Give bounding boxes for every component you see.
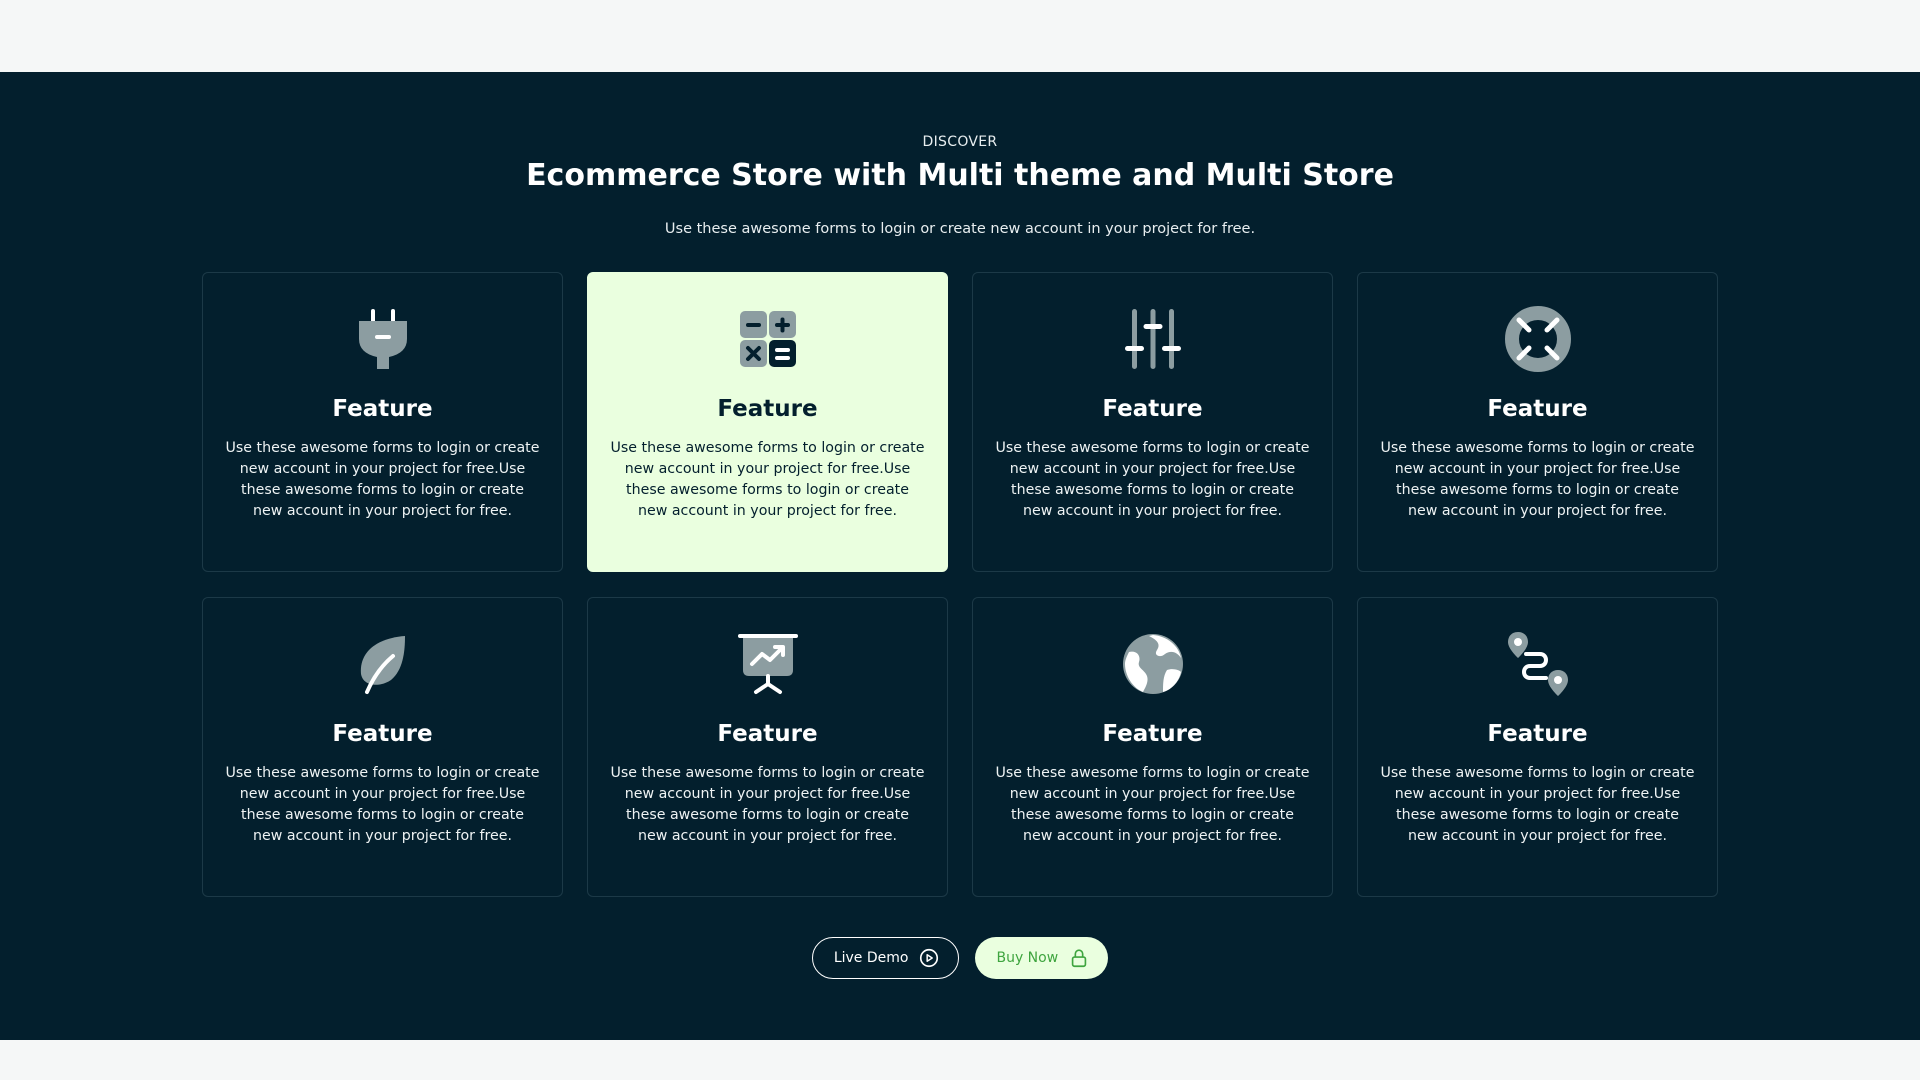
- feature-title: Feature: [717, 396, 818, 422]
- feature-card: Feature Use these awesome forms to login…: [587, 597, 948, 897]
- feature-description: Use these awesome forms to login or crea…: [610, 765, 925, 844]
- presentation-chart-icon: [732, 628, 804, 700]
- feature-description: Use these awesome forms to login or crea…: [1380, 765, 1695, 844]
- lifebuoy-icon: [1502, 303, 1574, 375]
- live-demo-button[interactable]: Live Demo: [811, 937, 960, 979]
- feature-title: Feature: [1487, 721, 1588, 747]
- feature-card: Feature Use these awesome forms to login…: [202, 272, 563, 572]
- feature-description: Use these awesome forms to login or crea…: [610, 440, 925, 519]
- feature-description: Use these awesome forms to login or crea…: [995, 440, 1310, 519]
- leaf-icon: [347, 628, 419, 700]
- feature-description: Use these awesome forms to login or crea…: [995, 765, 1310, 844]
- feature-card: Feature Use these awesome forms to login…: [202, 597, 563, 897]
- feature-grid: Feature Use these awesome forms to login…: [202, 272, 1718, 897]
- feature-title: Feature: [717, 721, 818, 747]
- feature-card: Feature Use these awesome forms to login…: [1357, 597, 1718, 897]
- play-circle-icon: [920, 948, 939, 968]
- buy-now-label: Buy Now: [996, 950, 1059, 966]
- feature-card-highlighted: Feature Use these awesome forms to login…: [587, 272, 948, 572]
- feature-description: Use these awesome forms to login or crea…: [1380, 440, 1695, 519]
- feature-description: Use these awesome forms to login or crea…: [225, 765, 540, 844]
- top-band: [0, 0, 1920, 72]
- section-title: Ecommerce Store with Multi theme and Mul…: [526, 158, 1394, 193]
- sliders-icon: [1117, 303, 1189, 375]
- globe-icon: [1117, 628, 1189, 700]
- features-section: DISCOVER Ecommerce Store with Multi them…: [0, 72, 1920, 1040]
- bottom-band: [0, 1040, 1920, 1080]
- feature-card: Feature Use these awesome forms to login…: [972, 272, 1333, 572]
- feature-card: Feature Use these awesome forms to login…: [972, 597, 1333, 897]
- buy-now-button[interactable]: Buy Now: [975, 937, 1109, 979]
- live-demo-label: Live Demo: [833, 950, 909, 966]
- cta-actions: Live Demo Buy Now: [0, 937, 1920, 979]
- feature-title: Feature: [332, 396, 433, 422]
- section-eyebrow: DISCOVER: [922, 134, 998, 150]
- feature-title: Feature: [1487, 396, 1588, 422]
- feature-description: Use these awesome forms to login or crea…: [225, 440, 540, 519]
- calculator-icon: [732, 303, 804, 375]
- feature-title: Feature: [1102, 396, 1203, 422]
- plug-icon: [347, 303, 419, 375]
- feature-card: Feature Use these awesome forms to login…: [1357, 272, 1718, 572]
- feature-title: Feature: [1102, 721, 1203, 747]
- route-icon: [1502, 628, 1574, 700]
- section-subtitle: Use these awesome forms to login or crea…: [664, 221, 1256, 237]
- feature-title: Feature: [332, 721, 433, 747]
- lock-icon: [1071, 949, 1087, 968]
